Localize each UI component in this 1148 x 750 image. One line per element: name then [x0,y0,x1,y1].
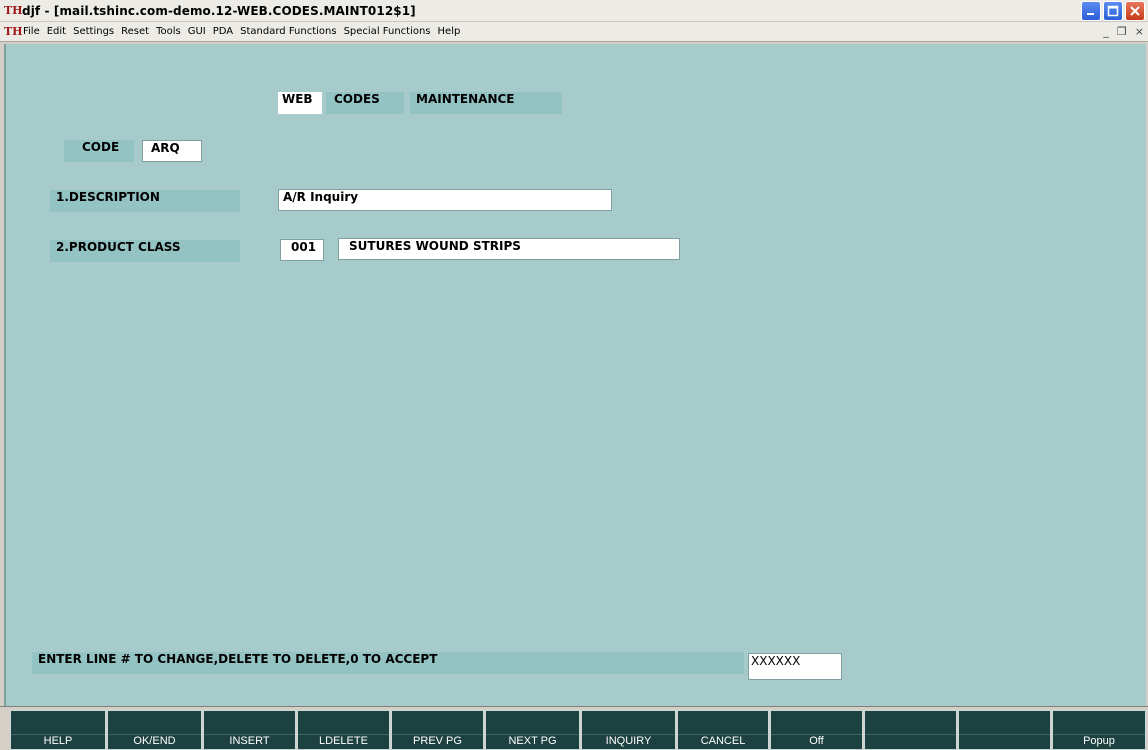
fkey-popup-label: Popup [1053,734,1145,749]
prompt-text: ENTER LINE # TO CHANGE,DELETE TO DELETE,… [32,652,744,674]
mdi-minimize-button[interactable]: _ [1103,25,1109,38]
function-key-bar: HELP OK/END INSERT LDELETE PREV PG NEXT … [0,706,1148,750]
menu-help[interactable]: Help [438,26,461,37]
menu-edit[interactable]: Edit [47,26,66,37]
prompt-input[interactable]: XXXXXX [748,653,842,680]
fkey-blank-1-label [865,734,956,749]
code-label: CODE [64,140,134,162]
fkey-ok-end-label: OK/END [108,734,201,749]
menu-logo-icon: TH [4,24,23,38]
app-logo-icon: TH [4,3,23,17]
fkey-ok-end-button[interactable]: OK/END [107,710,202,750]
fkey-next-pg-label: NEXT PG [486,734,579,749]
mdi-close-button[interactable]: × [1135,25,1144,38]
title-bar: TH djf - [mail.tshinc.com-demo.12-WEB.CO… [0,0,1148,22]
fkey-prev-pg-button[interactable]: PREV PG [391,710,484,750]
fkey-inquiry-button[interactable]: INQUIRY [581,710,676,750]
fkey-ldelete-label: LDELETE [298,734,389,749]
terminal-screen: WEB CODES MAINTENANCE CODE ARQ 1.DESCRIP… [4,44,1146,706]
title-codes: CODES [326,92,404,114]
menu-reset[interactable]: Reset [121,26,149,37]
fkey-off-label: Off [771,734,862,749]
menu-gui[interactable]: GUI [188,26,206,37]
fkey-next-pg-button[interactable]: NEXT PG [485,710,580,750]
fkey-insert-button[interactable]: INSERT [203,710,296,750]
menu-settings[interactable]: Settings [73,26,114,37]
minimize-button[interactable] [1081,1,1101,21]
fkey-blank-2-button[interactable] [958,710,1051,750]
fkey-insert-label: INSERT [204,734,295,749]
product-class-code-field[interactable]: 001 [280,239,324,261]
fkey-off-button[interactable]: Off [770,710,863,750]
fkey-blank-2-label [959,734,1050,749]
code-field[interactable]: ARQ [142,140,202,162]
maximize-button[interactable] [1103,1,1123,21]
menu-standard-functions[interactable]: Standard Functions [240,26,336,37]
menu-pda[interactable]: PDA [213,26,233,37]
fkey-ldelete-button[interactable]: LDELETE [297,710,390,750]
close-icon [1130,6,1140,16]
title-web: WEB [278,92,322,114]
fkey-cancel-button[interactable]: CANCEL [677,710,769,750]
menu-special-functions[interactable]: Special Functions [344,26,431,37]
description-field[interactable]: A/R Inquiry [278,189,612,211]
menu-tools[interactable]: Tools [156,26,181,37]
fkey-help-label: HELP [11,734,105,749]
fkey-cancel-label: CANCEL [678,734,768,749]
close-button[interactable] [1125,1,1145,21]
minimize-icon [1087,13,1094,15]
mdi-restore-button[interactable]: ❐ [1117,25,1127,38]
fkey-popup-button[interactable]: Popup [1052,710,1146,750]
fkey-blank-1-button[interactable] [864,710,957,750]
window-title: djf - [mail.tshinc.com-demo.12-WEB.CODES… [22,3,416,18]
product-class-label: 2.PRODUCT CLASS [50,240,240,262]
menu-file[interactable]: File [23,26,40,37]
title-maintenance: MAINTENANCE [410,92,562,114]
fkey-help-button[interactable]: HELP [10,710,106,750]
fkey-inquiry-label: INQUIRY [582,734,675,749]
menu-bar: TH File Edit Settings Reset Tools GUI PD… [0,22,1148,42]
description-label: 1.DESCRIPTION [50,190,240,212]
fkey-prev-pg-label: PREV PG [392,734,483,749]
maximize-icon [1107,5,1119,17]
product-class-description: SUTURES WOUND STRIPS [338,238,680,260]
